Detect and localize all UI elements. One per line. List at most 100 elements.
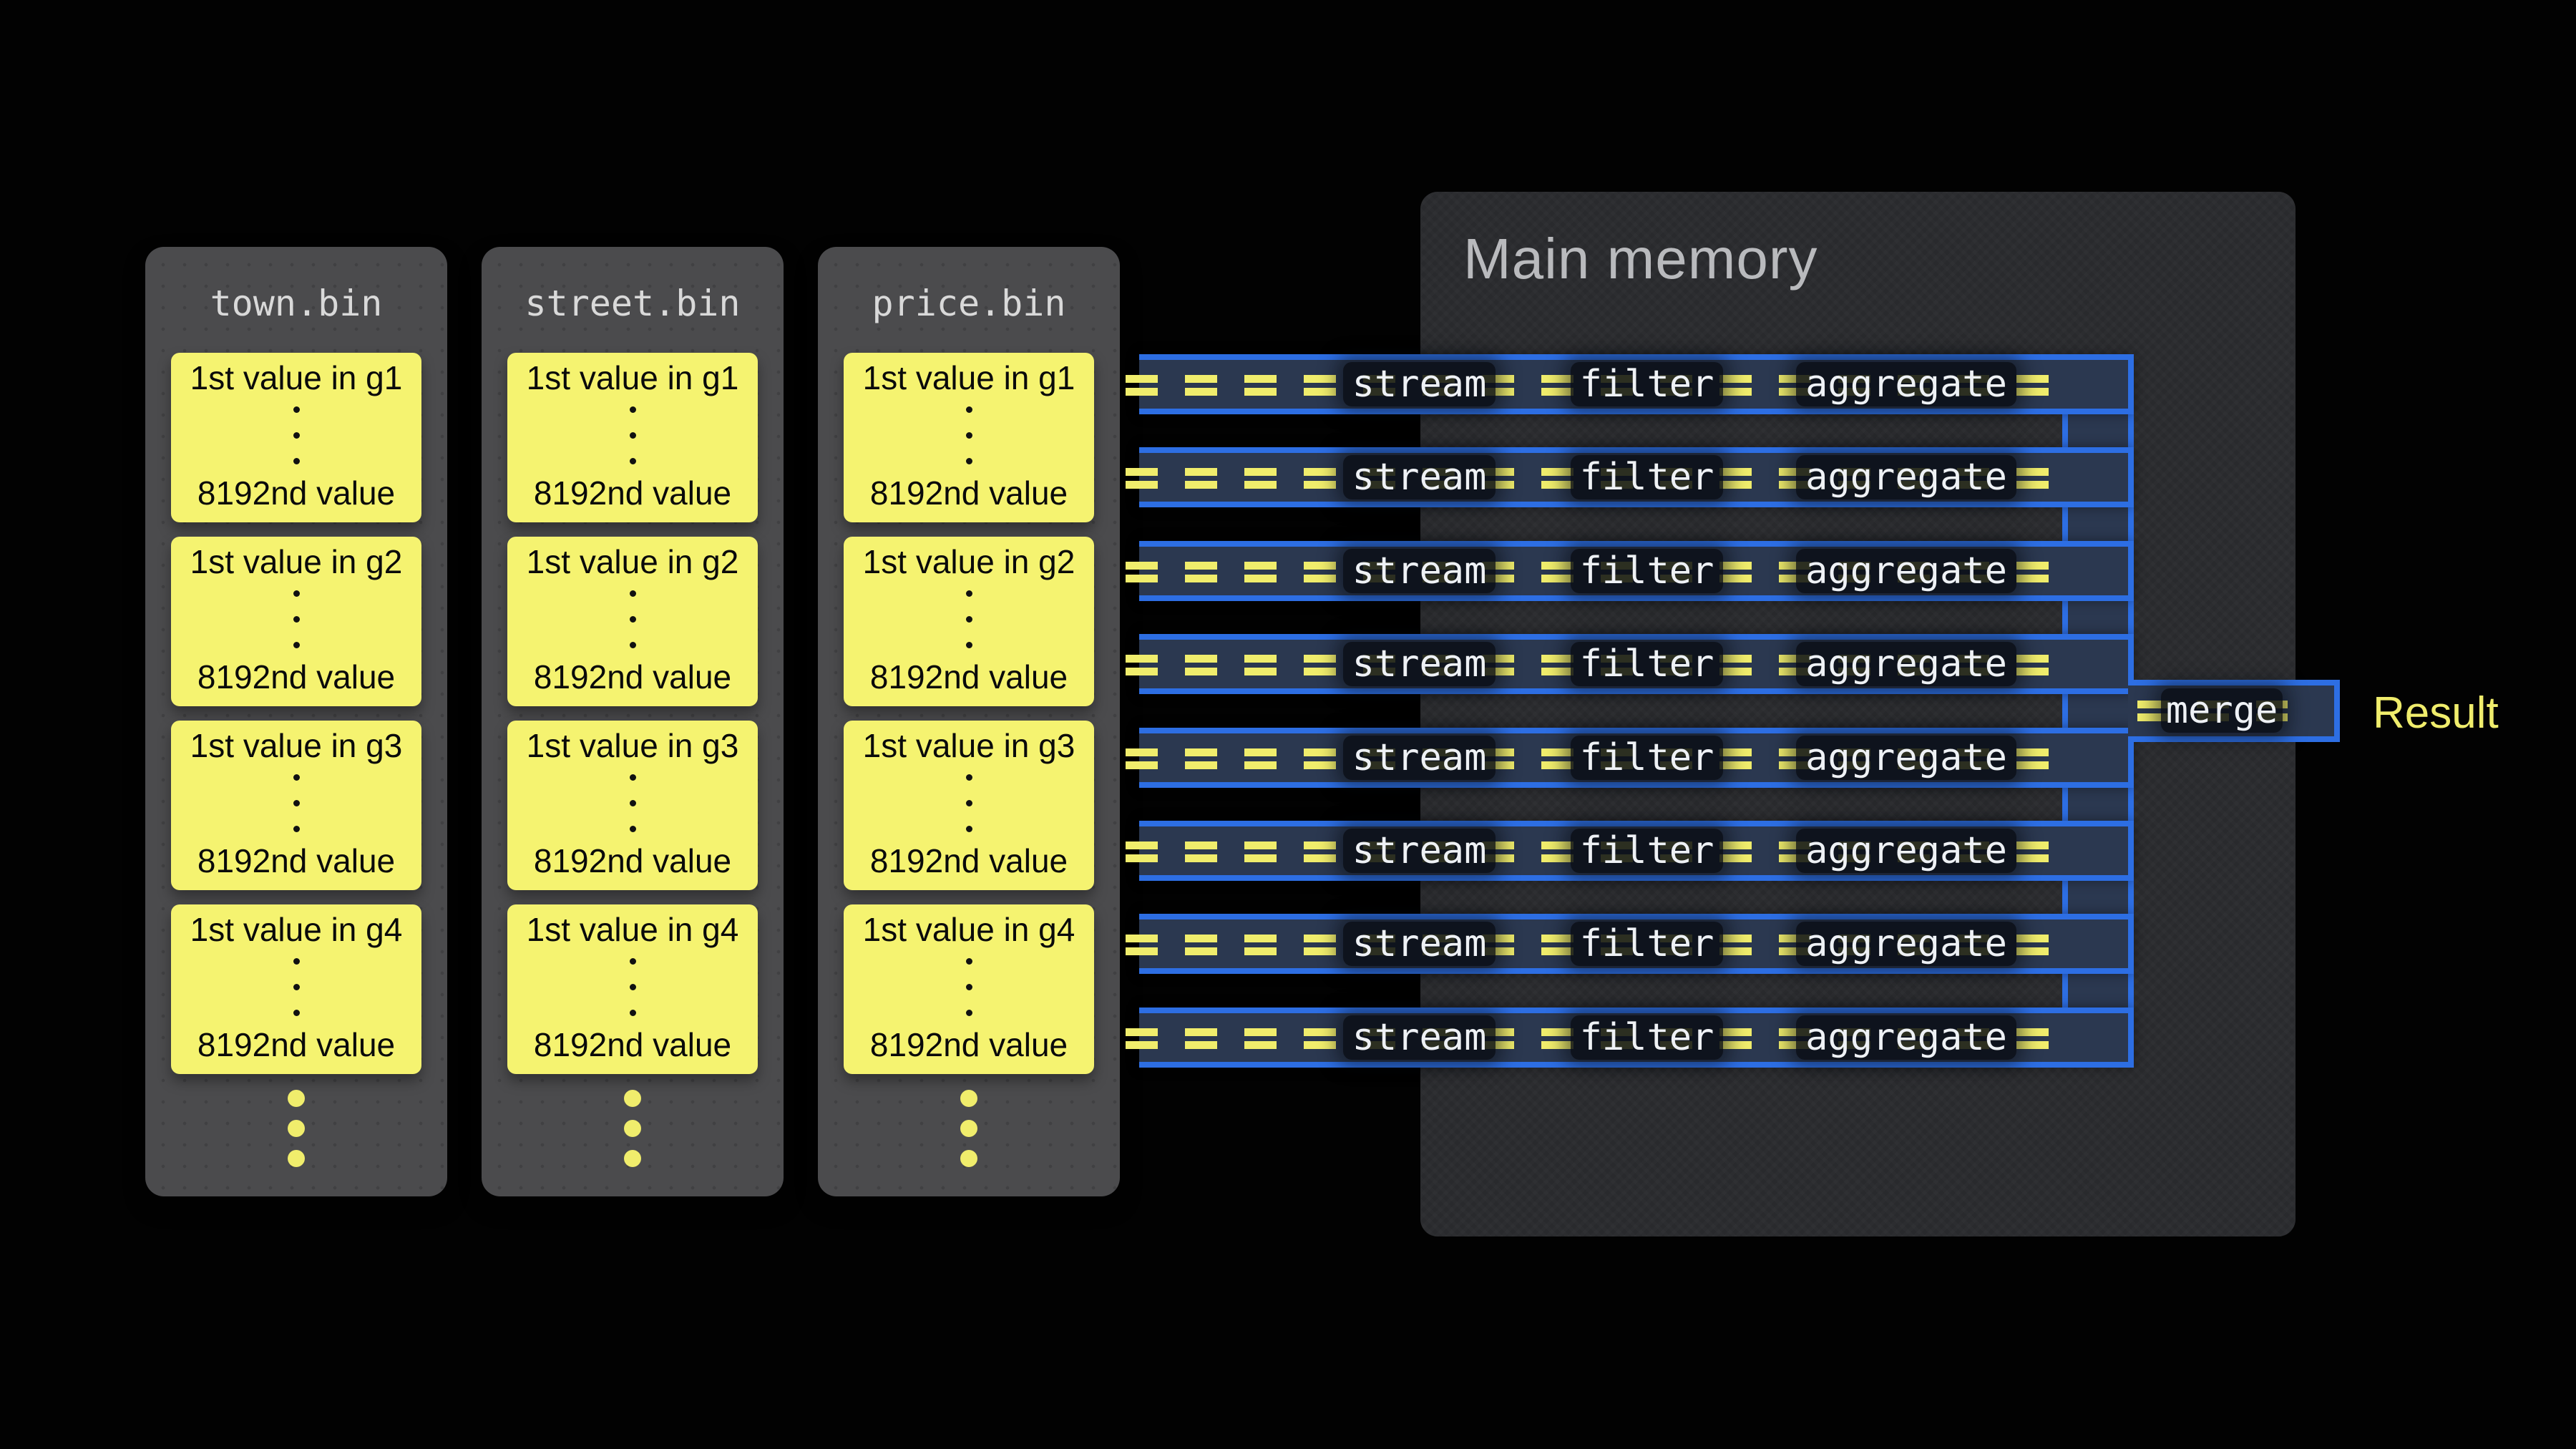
file-panel-title: price.bin (818, 247, 1120, 324)
vertical-ellipsis-icon (293, 774, 300, 832)
value-block: 1st value in g3 8192nd value (844, 721, 1094, 890)
value-block: 1st value in g4 8192nd value (844, 904, 1094, 1074)
aggregate-stage-box: aggregate (1796, 642, 2016, 686)
stream-stage-box: stream (1343, 1015, 1496, 1060)
stage-label: stream (1352, 922, 1487, 965)
file-panel: town.bin 1st value in g1 8192nd value 1s… (145, 247, 447, 1196)
block-first-label: 1st value in g1 (190, 360, 403, 396)
merge-box: merge (2161, 688, 2283, 733)
aggregate-stage-box: aggregate (1796, 829, 2016, 873)
stage-label: stream (1352, 363, 1487, 406)
block-last-label: 8192nd value (197, 1027, 395, 1063)
stage-label: aggregate (1805, 550, 2007, 592)
block-last-label: 8192nd value (197, 843, 395, 879)
more-groups-ellipsis-icon (624, 1090, 641, 1167)
vertical-ellipsis-icon (630, 406, 636, 464)
vertical-ellipsis-icon (630, 590, 636, 648)
aggregate-stage-box: aggregate (1796, 549, 2016, 593)
block-last-label: 8192nd value (534, 659, 731, 695)
value-block: 1st value in g1 8192nd value (171, 353, 421, 522)
stream-stage-box: stream (1343, 362, 1496, 406)
stream-stage-box: stream (1343, 455, 1496, 499)
vertical-ellipsis-icon (966, 958, 972, 1016)
block-first-label: 1st value in g1 (863, 360, 1075, 396)
file-panel: price.bin 1st value in g1 8192nd value 1… (818, 247, 1120, 1196)
pipeline-row: stream filter aggregate (1139, 1008, 2134, 1068)
filter-stage-box: filter (1571, 829, 1723, 873)
filter-stage-box: filter (1571, 736, 1723, 780)
vertical-ellipsis-icon (966, 406, 972, 464)
stage-label: stream (1352, 643, 1487, 686)
stage-label: aggregate (1805, 1016, 2007, 1059)
stage-label: stream (1352, 829, 1487, 872)
stream-stage-box: stream (1343, 549, 1496, 593)
stage-label: stream (1352, 456, 1487, 499)
block-last-label: 8192nd value (197, 475, 395, 511)
merge-label: merge (2166, 689, 2278, 732)
stage-label: aggregate (1805, 643, 2007, 686)
file-panel-title: town.bin (145, 247, 447, 324)
aggregate-stage-box: aggregate (1796, 922, 2016, 966)
block-first-label: 1st value in g2 (863, 544, 1075, 580)
stage-label: filter (1580, 550, 1714, 592)
block-last-label: 8192nd value (870, 843, 1068, 879)
value-block: 1st value in g1 8192nd value (507, 353, 758, 522)
stage-label: stream (1352, 1016, 1487, 1059)
block-first-label: 1st value in g3 (190, 728, 403, 763)
value-block: 1st value in g3 8192nd value (507, 721, 758, 890)
vertical-ellipsis-icon (293, 590, 300, 648)
stage-label: filter (1580, 1016, 1714, 1059)
pipeline-row: stream filter aggregate (1139, 541, 2134, 601)
aggregate-stage-box: aggregate (1796, 455, 2016, 499)
block-first-label: 1st value in g2 (190, 544, 403, 580)
block-last-label: 8192nd value (534, 843, 731, 879)
block-last-label: 8192nd value (534, 1027, 731, 1063)
pipeline-row: stream filter aggregate (1139, 914, 2134, 974)
block-first-label: 1st value in g3 (863, 728, 1075, 763)
stage-label: stream (1352, 550, 1487, 592)
stage-label: aggregate (1805, 363, 2007, 406)
value-block: 1st value in g1 8192nd value (844, 353, 1094, 522)
stage-label: aggregate (1805, 736, 2007, 779)
vertical-ellipsis-icon (630, 774, 636, 832)
block-first-label: 1st value in g2 (527, 544, 739, 580)
stream-stage-box: stream (1343, 736, 1496, 780)
aggregate-stage-box: aggregate (1796, 736, 2016, 780)
file-panel: street.bin 1st value in g1 8192nd value … (482, 247, 784, 1196)
main-memory-title: Main memory (1463, 226, 1818, 292)
value-block: 1st value in g4 8192nd value (171, 904, 421, 1074)
stage-label: filter (1580, 456, 1714, 499)
aggregate-stage-box: aggregate (1796, 1015, 2016, 1060)
stage-label: stream (1352, 736, 1487, 779)
block-last-label: 8192nd value (870, 659, 1068, 695)
value-block: 1st value in g4 8192nd value (507, 904, 758, 1074)
filter-stage-box: filter (1571, 549, 1723, 593)
more-groups-ellipsis-icon (288, 1090, 305, 1167)
block-first-label: 1st value in g4 (190, 912, 403, 947)
pipeline-row: stream filter aggregate (1139, 447, 2134, 507)
value-block: 1st value in g2 8192nd value (844, 537, 1094, 706)
stage-label: filter (1580, 829, 1714, 872)
more-groups-ellipsis-icon (960, 1090, 977, 1167)
stream-stage-box: stream (1343, 829, 1496, 873)
stage-label: aggregate (1805, 456, 2007, 499)
merge-band: merge (2128, 680, 2340, 742)
diagram-canvas: Main memory town.bin 1st value in g1 819… (0, 0, 2576, 1449)
stream-stage-box: stream (1343, 642, 1496, 686)
block-first-label: 1st value in g4 (527, 912, 739, 947)
block-last-label: 8192nd value (870, 1027, 1068, 1063)
value-block: 1st value in g2 8192nd value (507, 537, 758, 706)
stage-label: filter (1580, 736, 1714, 779)
block-first-label: 1st value in g4 (863, 912, 1075, 947)
pipeline-row: stream filter aggregate (1139, 728, 2134, 788)
stage-label: aggregate (1805, 922, 2007, 965)
filter-stage-box: filter (1571, 455, 1723, 499)
file-panel-title: street.bin (482, 247, 784, 324)
filter-stage-box: filter (1571, 362, 1723, 406)
filter-stage-box: filter (1571, 1015, 1723, 1060)
vertical-ellipsis-icon (293, 406, 300, 464)
stage-label: filter (1580, 922, 1714, 965)
block-last-label: 8192nd value (534, 475, 731, 511)
filter-stage-box: filter (1571, 922, 1723, 966)
stage-label: filter (1580, 363, 1714, 406)
